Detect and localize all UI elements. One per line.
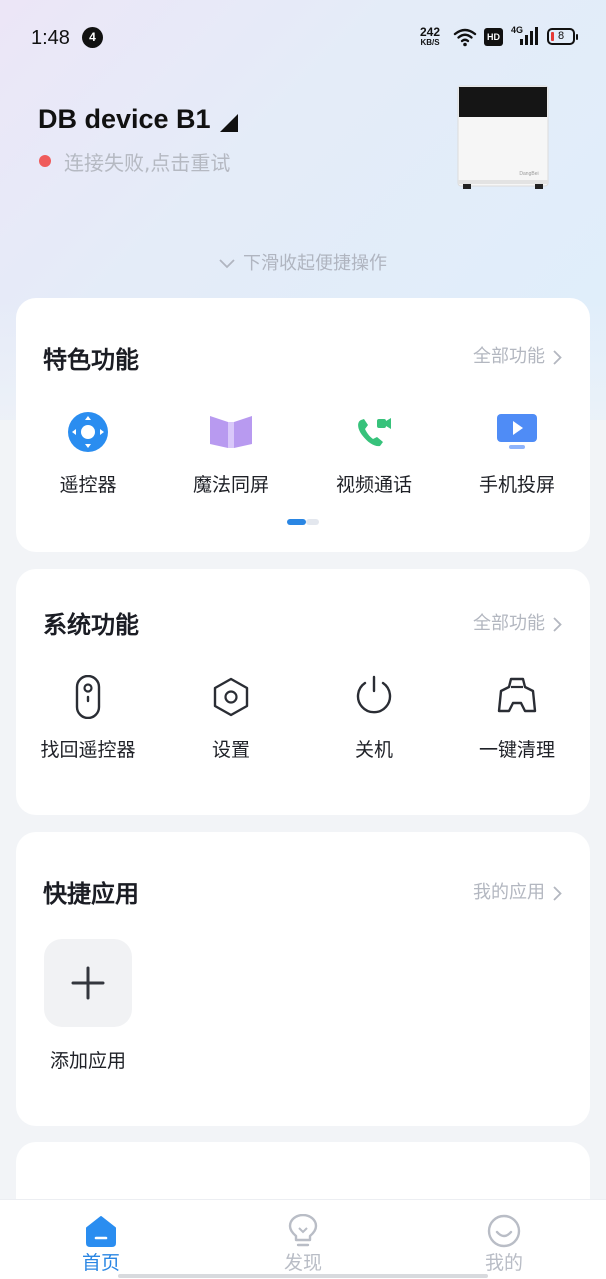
network-speed-unit: KB/S [420, 38, 440, 47]
page-dot-active [287, 519, 306, 525]
lightbulb-icon [288, 1214, 318, 1247]
nav-tab-label: 发现 [283, 1252, 322, 1274]
my-apps-link[interactable]: 我的应用 [473, 878, 562, 904]
remote-control-icon [68, 412, 108, 452]
plus-icon [71, 966, 105, 1000]
featured-all-functions-label: 全部功能 [473, 346, 545, 367]
system-power-off[interactable]: 关机 [309, 675, 439, 762]
bottom-navigation: 首页 发现 我的 [0, 1199, 606, 1279]
power-icon [356, 675, 392, 714]
wifi-icon [453, 28, 477, 47]
connection-status-retry[interactable]: 连接失败,点击重试 [64, 147, 230, 176]
network-speed: 242 KB/S [416, 26, 444, 48]
chevron-down-icon [219, 259, 235, 269]
feature-label: 视频通话 [335, 474, 412, 496]
feature-label: 遥控器 [59, 474, 117, 496]
feature-remote-control[interactable]: 遥控器 [23, 410, 153, 497]
screen-mirror-icon [210, 416, 252, 448]
add-app-label[interactable]: 添加应用 [38, 1046, 138, 1073]
chevron-right-icon [553, 616, 562, 632]
feature-label: 魔法同屏 [192, 474, 269, 496]
home-icon [86, 1216, 116, 1247]
chevron-right-icon [553, 349, 562, 365]
system-label: 找回遥控器 [40, 739, 136, 761]
status-time: 1:48 [31, 27, 70, 49]
system-functions-title: 系统功能 [43, 611, 139, 639]
system-all-functions-label: 全部功能 [473, 613, 545, 634]
phone-cast-icon [497, 414, 537, 449]
battery-indicator: 8 [547, 28, 578, 45]
chevron-right-icon [553, 885, 562, 901]
svg-text:DangBei: DangBei [519, 171, 538, 177]
my-apps-label: 我的应用 [473, 882, 545, 903]
device-name[interactable]: DB device B1 [38, 104, 211, 135]
nav-tab-discover[interactable]: 发现 [243, 1214, 363, 1275]
system-all-functions-link[interactable]: 全部功能 [473, 609, 562, 635]
system-settings[interactable]: 设置 [166, 675, 296, 762]
system-label: 设置 [211, 739, 250, 761]
system-label: 一键清理 [478, 739, 555, 761]
find-remote-icon [75, 675, 101, 719]
quick-apps-title: 快捷应用 [43, 880, 139, 908]
nav-tab-mine[interactable]: 我的 [444, 1214, 564, 1275]
quick-apps-card: 快捷应用 我的应用 添加应用 [16, 832, 590, 1126]
feature-phone-cast[interactable]: 手机投屏 [452, 410, 582, 497]
hd-voice-badge: HD [484, 28, 503, 46]
nav-tab-label: 我的 [484, 1252, 523, 1274]
settings-icon [213, 677, 249, 717]
feature-video-call[interactable]: 视频通话 [309, 410, 439, 497]
video-call-icon [358, 418, 391, 447]
system-functions-card: 系统功能 全部功能 找回遥控器 设置 关机 一键清理 [16, 569, 590, 815]
page-dot [306, 519, 319, 525]
featured-functions-title: 特色功能 [43, 346, 139, 374]
connection-status-dot [39, 155, 51, 167]
system-one-click-clean[interactable]: 一键清理 [452, 675, 582, 762]
collapse-hint[interactable]: 下滑收起便捷操作 [0, 249, 606, 275]
featured-all-functions-link[interactable]: 全部功能 [473, 342, 562, 368]
device-switch-triangle-icon[interactable] [219, 113, 239, 133]
feature-screen-mirror[interactable]: 魔法同屏 [166, 410, 296, 497]
system-label: 关机 [354, 739, 393, 761]
status-bar: 1:48 4 242 KB/S HD 4G 8 [0, 0, 606, 76]
add-app-button[interactable] [44, 939, 132, 1027]
system-find-remote[interactable]: 找回遥控器 [23, 675, 153, 762]
network-speed-value: 242 [419, 25, 441, 39]
featured-functions-card: 特色功能 全部功能 遥控器 魔法同屏 视频通话 手机投屏 [16, 298, 590, 552]
nav-tab-label: 首页 [81, 1252, 120, 1274]
home-indicator [118, 1274, 488, 1278]
smiley-icon [487, 1214, 521, 1248]
featured-page-indicator [287, 519, 319, 525]
signal-strength-icon [520, 27, 538, 45]
collapse-hint-label: 下滑收起便捷操作 [243, 253, 387, 274]
device-image: DangBei [457, 85, 549, 189]
notification-count-badge: 4 [82, 27, 103, 48]
nav-tab-home[interactable]: 首页 [41, 1214, 161, 1275]
feature-label: 手机投屏 [478, 474, 555, 496]
clean-icon [497, 677, 537, 713]
